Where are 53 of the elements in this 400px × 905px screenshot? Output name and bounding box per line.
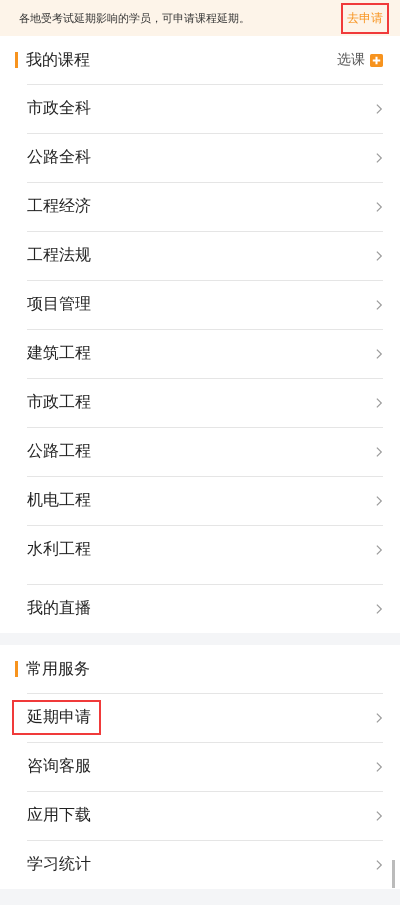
menu-item[interactable]: 学习统计 <box>12 840 383 889</box>
chevron-icon <box>376 298 383 310</box>
chevron-icon <box>376 348 383 360</box>
chevron-icon <box>376 858 383 870</box>
plus-icon <box>370 54 383 66</box>
menu-label: 项目管理 <box>26 293 92 315</box>
menu-item[interactable]: 机电工程 <box>12 476 383 525</box>
menu-item[interactable]: 建筑工程 <box>12 329 383 378</box>
menu-item[interactable]: 市政全科 <box>12 84 383 133</box>
menu-item[interactable]: 延期申请 <box>12 693 383 742</box>
scrollbar <box>392 860 395 888</box>
menu-item[interactable]: 水利工程 <box>12 525 383 574</box>
chevron-icon <box>376 446 383 458</box>
menu-label: 工程法规 <box>26 244 92 266</box>
chevron-icon <box>376 102 383 114</box>
menu-item[interactable]: 公路工程 <box>12 427 383 476</box>
select-course-button[interactable]: 选课 <box>337 51 383 69</box>
accent-bar <box>15 661 18 677</box>
menu-label: 市政工程 <box>26 391 92 413</box>
chevron-icon <box>376 250 383 262</box>
menu-label: 我的直播 <box>26 597 92 619</box>
menu-item[interactable]: 公路全科 <box>12 133 383 182</box>
menu-item[interactable]: 应用下载 <box>12 791 383 840</box>
accent-bar <box>15 52 18 68</box>
menu-label: 建筑工程 <box>26 342 92 364</box>
chevron-icon <box>376 810 383 822</box>
menu-label: 公路全科 <box>26 146 92 168</box>
chevron-icon <box>376 396 383 408</box>
menu-item[interactable]: 工程经济 <box>12 182 383 231</box>
menu-label: 机电工程 <box>26 489 92 511</box>
menu-label: 市政全科 <box>26 97 92 119</box>
menu-label: 水利工程 <box>26 538 92 560</box>
menu-item[interactable]: 工程法规 <box>12 231 383 280</box>
menu-item[interactable]: 项目管理 <box>12 280 383 329</box>
menu-label: 工程经济 <box>26 195 92 217</box>
notice-text: 各地受考试延期影响的学员，可申请课程延期。 <box>19 10 250 26</box>
menu-label: 应用下载 <box>26 804 92 826</box>
section-title: 常用服务 <box>26 658 91 680</box>
chevron-icon <box>376 544 383 556</box>
chevron-icon <box>376 200 383 212</box>
menu-label: 延期申请 <box>12 700 101 735</box>
chevron-icon <box>376 760 383 772</box>
menu-label: 学习统计 <box>26 853 92 875</box>
chevron-icon <box>376 152 383 164</box>
menu-label: 咨询客服 <box>26 755 92 777</box>
chevron-icon <box>376 494 383 506</box>
chevron-icon <box>376 602 383 614</box>
chevron-icon <box>376 712 383 724</box>
menu-item[interactable]: 咨询客服 <box>12 742 383 791</box>
section-title: 我的课程 <box>26 50 91 70</box>
menu-item[interactable]: 市政工程 <box>12 378 383 427</box>
menu-item[interactable]: 我的直播 <box>12 584 383 633</box>
menu-label: 公路工程 <box>26 440 92 462</box>
